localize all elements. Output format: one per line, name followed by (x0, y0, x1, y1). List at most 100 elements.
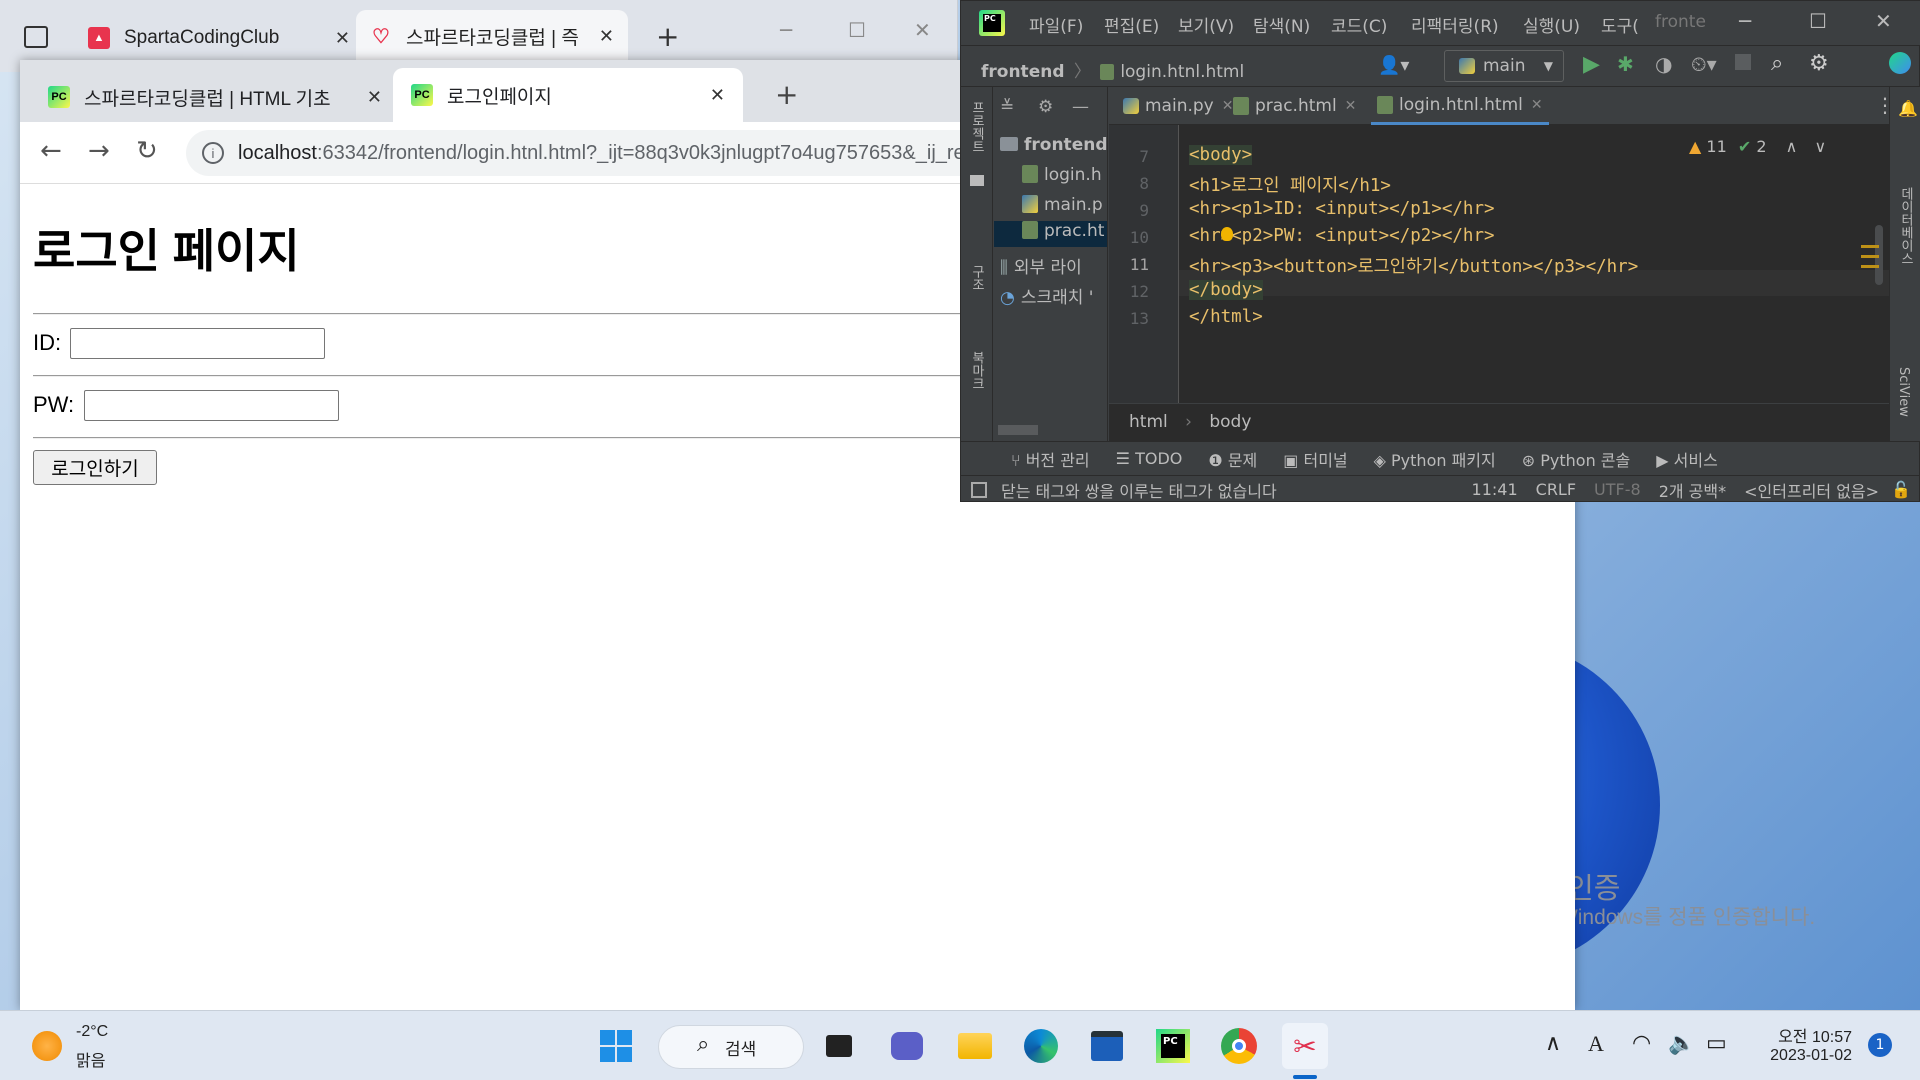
gear-icon[interactable]: ⚙ (1038, 97, 1053, 117)
run-config-select[interactable]: main ▼ (1444, 50, 1564, 82)
close-tab-icon[interactable]: ✕ (1345, 98, 1357, 114)
next-highlight-icon[interactable]: ∨ (1814, 137, 1826, 156)
lock-icon[interactable]: 🔓 (1891, 480, 1911, 499)
tab-actions-icon[interactable] (24, 26, 48, 48)
tab-html-basics[interactable]: PC 스파르타코딩클럽 | HTML 기초 ✕ (30, 72, 400, 122)
clock-time[interactable]: 오전 10:57 (1752, 1023, 1852, 1047)
new-tab-icon[interactable]: + (775, 78, 798, 111)
back-tab-1[interactable]: ▲ SpartaCodingClub ✕ (88, 14, 350, 62)
structure-tool-label[interactable]: 구조 (967, 265, 986, 291)
chrome-button[interactable] (1216, 1023, 1262, 1069)
project-tool-label[interactable]: 프로젝트 (967, 101, 986, 153)
error-stripe-mark[interactable] (1861, 255, 1879, 258)
tab-login-page[interactable]: PC 로그인페이지 ✕ (393, 68, 743, 122)
menu-edit[interactable]: 편집(E) (1104, 12, 1159, 37)
tool-python-packages[interactable]: ◈ Python 패키지 (1374, 447, 1496, 471)
file-encoding[interactable]: UTF-8 (1594, 480, 1641, 499)
pw-input[interactable] (84, 390, 339, 421)
menu-file[interactable]: 파일(F) (1029, 12, 1083, 37)
close-tab-icon[interactable]: ✕ (599, 26, 614, 47)
id-input[interactable] (70, 328, 325, 359)
crumb-project[interactable]: frontend (981, 62, 1065, 82)
tool-vcs[interactable]: ⑂ 버전 관리 (1011, 447, 1090, 471)
menu-code[interactable]: 코드(C) (1331, 12, 1387, 37)
bookmarks-tool-label[interactable]: 북마크 (967, 351, 986, 390)
tree-root[interactable]: frontend (1000, 135, 1107, 155)
run-icon[interactable]: ▶ (1583, 52, 1600, 77)
weather-text[interactable]: 맑음 (76, 1047, 105, 1071)
coverage-icon[interactable]: ◑ (1655, 52, 1672, 76)
gear-icon[interactable]: ⚙ (1809, 51, 1829, 76)
close-window-icon[interactable]: ✕ (1875, 9, 1892, 33)
new-tab-icon[interactable]: + (656, 20, 679, 53)
tree-scratches[interactable]: ◔ 스크래치 ' (1000, 283, 1093, 308)
weather-temp[interactable]: -2°C (76, 1023, 108, 1041)
ime-indicator[interactable]: A (1588, 1031, 1604, 1057)
intention-bulb-icon[interactable] (1221, 227, 1233, 241)
tree-external-libs[interactable]: ⫼ 외부 라이 (1000, 253, 1082, 278)
error-stripe-mark[interactable] (1861, 265, 1879, 268)
back-arrow-icon[interactable]: ← (40, 136, 62, 166)
tree-file-prac[interactable]: prac.ht (994, 221, 1107, 247)
menu-run[interactable]: 실행(U) (1523, 12, 1580, 37)
tree-file-main[interactable]: main.p (1022, 195, 1103, 215)
maximize-icon[interactable]: ☐ (1809, 9, 1827, 33)
menu-refactor[interactable]: 리팩터링(R) (1411, 12, 1499, 37)
search-icon[interactable]: ⌕ (1771, 51, 1783, 76)
notification-badge[interactable]: 1 (1868, 1033, 1892, 1057)
close-window-icon[interactable]: ✕ (914, 18, 931, 42)
crumb-body[interactable]: body (1209, 412, 1251, 432)
tool-terminal[interactable]: ▣ 터미널 (1283, 447, 1347, 471)
line-separator[interactable]: CRLF (1536, 480, 1576, 499)
battery-icon[interactable]: ▭ (1706, 1031, 1727, 1056)
store-button[interactable] (1084, 1023, 1130, 1069)
reload-icon[interactable]: ↻ (136, 136, 158, 166)
tool-python-console[interactable]: ⊛ Python 콘솔 (1522, 447, 1631, 471)
profile-icon[interactable]: ⏲▾ (1691, 52, 1717, 76)
notifications-icon[interactable]: 🔔 (1898, 99, 1918, 118)
taskbar-search[interactable]: ⌕ 검색 (658, 1025, 804, 1069)
editor-tab-login[interactable]: login.htnl.html ✕ (1371, 87, 1549, 125)
error-stripe-mark[interactable] (1861, 245, 1879, 248)
prev-highlight-icon[interactable]: ∧ (1786, 137, 1798, 156)
menu-view[interactable]: 보기(V) (1178, 12, 1234, 37)
sciview-tool-label[interactable]: SciView (1896, 367, 1911, 417)
minimize-icon[interactable]: ─ (780, 18, 792, 42)
chat-button[interactable] (884, 1023, 930, 1069)
site-info-icon[interactable]: i (202, 142, 224, 164)
tree-file-login[interactable]: login.h (1022, 165, 1102, 185)
editor-tab-main[interactable]: main.py ✕ (1117, 87, 1239, 125)
debug-icon[interactable]: ✱ (1617, 52, 1634, 76)
interpreter-status[interactable]: <인터프리터 없음> (1744, 478, 1879, 502)
cursor-position[interactable]: 11:41 (1472, 480, 1518, 499)
code-editor[interactable]: 7 8 9 10 11 12 13 <body> <h1>로그인 페이지</h1… (1109, 125, 1899, 403)
tool-problems[interactable]: ❶ 문제 (1208, 447, 1257, 471)
collapse-all-icon[interactable]: ≚ (1000, 97, 1014, 117)
jetbrains-toolbox-icon[interactable] (1889, 52, 1911, 74)
login-button[interactable]: 로그인하기 (33, 450, 157, 485)
indent-setting[interactable]: 2개 공백* (1659, 478, 1726, 502)
tool-services[interactable]: ▶ 서비스 (1656, 447, 1718, 471)
maximize-icon[interactable]: ☐ (848, 18, 866, 42)
edge-button[interactable] (1018, 1023, 1064, 1069)
volume-icon[interactable]: 🔈 (1668, 1031, 1695, 1056)
menu-navigate[interactable]: 탐색(N) (1253, 12, 1310, 37)
user-icon[interactable]: 👤▾ (1378, 55, 1409, 76)
close-tab-icon[interactable]: ✕ (710, 85, 725, 106)
wifi-icon[interactable]: ◠ (1632, 1031, 1651, 1056)
close-tab-icon[interactable]: ✕ (335, 28, 350, 49)
task-view-button[interactable] (816, 1023, 862, 1069)
minimize-icon[interactable]: ─ (1739, 9, 1751, 33)
crumb-html[interactable]: html (1129, 412, 1168, 432)
editor-tab-prac[interactable]: prac.html ✕ (1227, 87, 1362, 125)
menu-tools[interactable]: 도구( (1601, 12, 1639, 37)
tool-todo[interactable]: ☰ TODO (1116, 449, 1183, 468)
back-tab-2[interactable]: ♡ 스파르타코딩클럽 | 즉 ✕ (356, 10, 628, 62)
pycharm-taskbar-button[interactable]: PC (1150, 1023, 1196, 1069)
snipping-tool-button[interactable]: ✂ (1282, 1023, 1328, 1069)
start-button[interactable] (593, 1023, 639, 1069)
file-explorer-button[interactable] (952, 1023, 998, 1069)
scrollbar[interactable] (998, 425, 1038, 435)
close-tab-icon[interactable]: ✕ (1531, 97, 1543, 113)
tray-overflow-icon[interactable]: ∧ (1545, 1031, 1561, 1056)
